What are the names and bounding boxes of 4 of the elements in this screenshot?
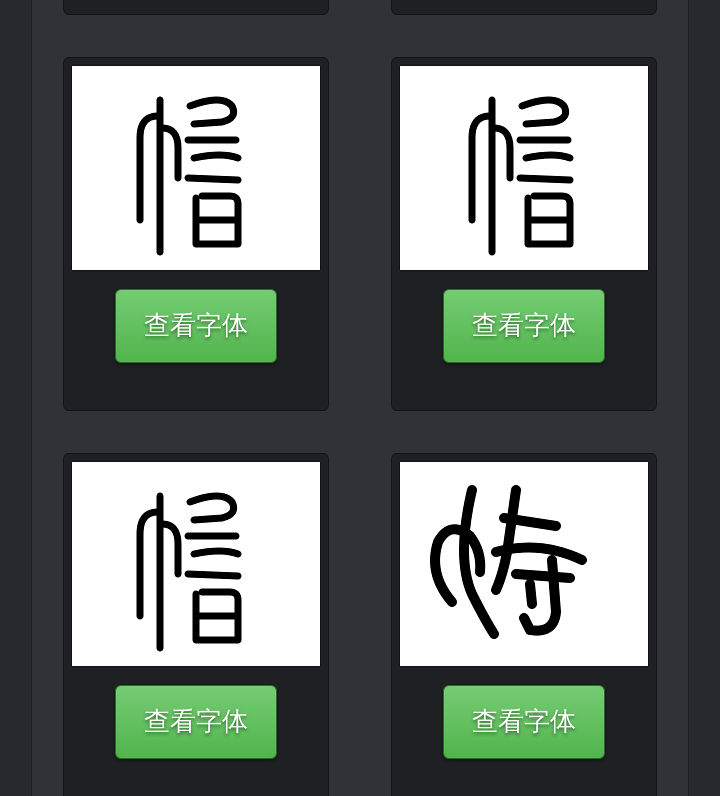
view-font-button[interactable]: 查看字体 bbox=[443, 289, 605, 363]
view-font-button[interactable]: 查看字体 bbox=[115, 685, 277, 759]
view-font-button[interactable]: 查看字体 bbox=[115, 289, 277, 363]
view-font-button[interactable]: 查看字体 bbox=[443, 685, 605, 759]
